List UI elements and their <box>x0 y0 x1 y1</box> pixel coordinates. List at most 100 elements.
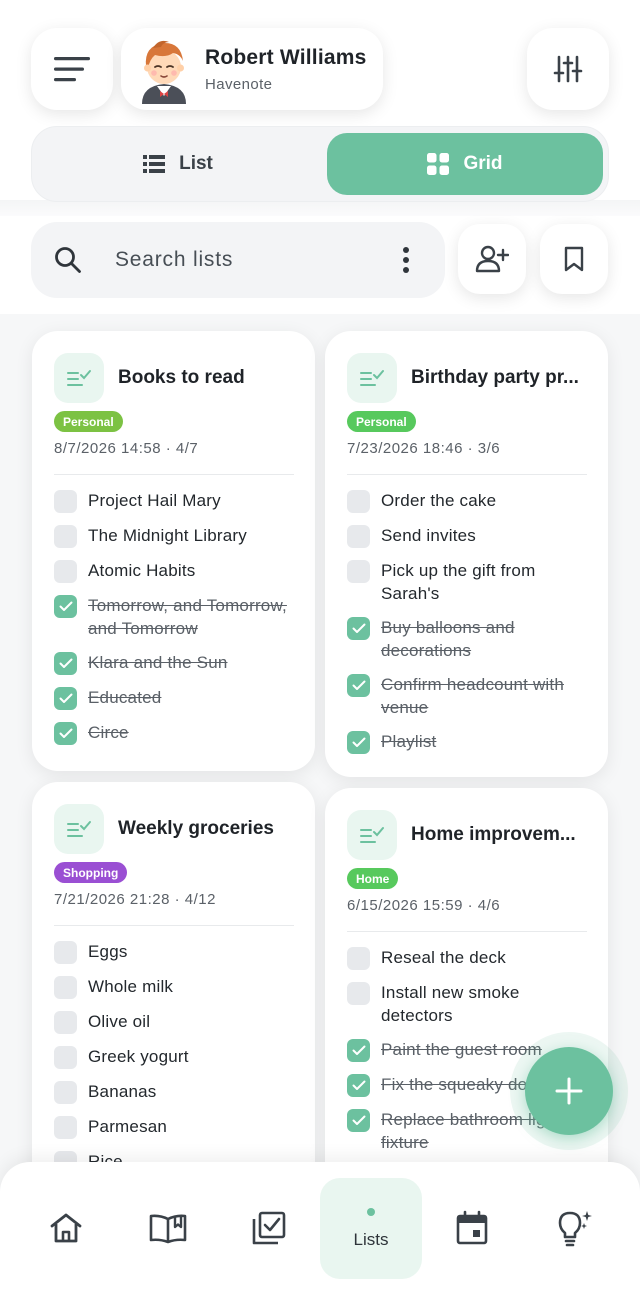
nav-lists[interactable]: Lists <box>320 1178 422 1279</box>
profile-card[interactable]: Robert Williams Havenote <box>121 28 383 110</box>
lightbulb-icon <box>558 1211 592 1247</box>
divider <box>54 474 294 475</box>
checklist-icon <box>54 804 104 854</box>
checklist-item: Eggs <box>54 940 300 964</box>
bookmark-button[interactable] <box>540 224 608 294</box>
list-view-tab[interactable]: List <box>40 133 316 195</box>
grid-view-label: Grid <box>463 153 503 174</box>
check-icon <box>352 623 365 633</box>
item-text: Atomic Habits <box>88 561 196 580</box>
search-icon <box>55 247 81 273</box>
checkbox[interactable] <box>54 976 77 999</box>
item-text: Playlist <box>381 732 437 751</box>
divider <box>347 931 587 932</box>
checkbox-checked[interactable] <box>347 731 370 754</box>
nav-home[interactable] <box>26 1188 106 1268</box>
checklist-item: Circe <box>54 721 300 745</box>
add-person-icon <box>475 245 509 273</box>
header-separator <box>0 200 640 216</box>
checkbox[interactable] <box>347 947 370 970</box>
checkbox[interactable] <box>347 560 370 583</box>
grid-view-tab[interactable]: Grid <box>327 133 603 195</box>
checkbox-checked[interactable] <box>54 595 77 618</box>
checklist-item: Tomorrow, and Tomorrow, and Tomorrow <box>54 594 300 640</box>
checkbox[interactable] <box>54 1116 77 1139</box>
checkbox-checked[interactable] <box>54 687 77 710</box>
list-view-label: List <box>179 153 213 174</box>
checklist-item: Olive oil <box>54 1010 300 1034</box>
category-badge: Personal <box>54 411 123 432</box>
search-input[interactable]: Search lists <box>31 222 445 298</box>
avatar <box>142 40 186 104</box>
list-icon <box>143 155 166 173</box>
active-indicator <box>367 1207 375 1216</box>
menu-button[interactable] <box>31 28 113 110</box>
bottom-nav: Lists <box>0 1162 640 1293</box>
checklist-item: Playlist <box>347 730 593 754</box>
checkbox[interactable] <box>54 525 77 548</box>
checkbox[interactable] <box>54 490 77 513</box>
item-text: Klara and the Sun <box>88 653 228 672</box>
checkbox[interactable] <box>347 525 370 548</box>
checkbox-checked[interactable] <box>347 1074 370 1097</box>
item-text: Bananas <box>88 1082 157 1101</box>
checkbox-checked[interactable] <box>54 722 77 745</box>
plus-icon <box>555 1077 583 1105</box>
checkbox[interactable] <box>54 1011 77 1034</box>
add-list-button[interactable] <box>510 1032 628 1150</box>
checkbox-checked[interactable] <box>347 674 370 697</box>
check-icon <box>59 601 72 611</box>
item-text: Eggs <box>88 942 128 961</box>
checklist-item: The Midnight Library <box>54 524 300 548</box>
item-text: The Midnight Library <box>88 526 247 545</box>
list-card[interactable]: Books to read Personal 8/7/2026 14:58 · … <box>32 331 315 771</box>
nav-notes[interactable] <box>128 1188 208 1268</box>
check-icon <box>59 728 72 738</box>
checkbox-checked[interactable] <box>347 1039 370 1062</box>
card-meta: 7/21/2026 21:28 · 4/12 <box>54 891 216 908</box>
nav-ideas[interactable] <box>534 1188 614 1268</box>
check-icon <box>352 1115 365 1125</box>
item-text: Confirm headcount with venue <box>381 675 564 717</box>
checkbox-checked[interactable] <box>347 1109 370 1132</box>
checkbox[interactable] <box>347 982 370 1005</box>
bookmark-icon <box>564 246 584 272</box>
checklist-item: Order the cake <box>347 489 593 513</box>
checkbox-checked[interactable] <box>347 617 370 640</box>
checklist-item: Atomic Habits <box>54 559 300 583</box>
item-text: Tomorrow, and Tomorrow, and Tomorrow <box>88 596 287 638</box>
nav-tasks[interactable] <box>229 1188 309 1268</box>
sliders-icon <box>553 55 583 83</box>
list-card[interactable]: Birthday party pr... Personal 7/23/2026 … <box>325 331 608 777</box>
share-button[interactable] <box>458 224 526 294</box>
list-card[interactable]: Weekly groceries Shopping 7/21/2026 21:2… <box>32 782 315 1222</box>
checklist-item: Greek yogurt <box>54 1045 300 1069</box>
search-placeholder: Search lists <box>115 248 234 271</box>
item-text: Parmesan <box>88 1117 168 1136</box>
checklist-item: Bananas <box>54 1080 300 1104</box>
category-badge: Personal <box>347 411 416 432</box>
more-vertical-icon[interactable] <box>391 245 421 275</box>
checklist: Project Hail Mary The Midnight Library A… <box>54 489 300 756</box>
checklist-item: Parmesan <box>54 1115 300 1139</box>
checkbox[interactable] <box>54 560 77 583</box>
check-icon <box>59 693 72 703</box>
item-text: Educated <box>88 688 162 707</box>
add-button-inner[interactable] <box>525 1047 613 1135</box>
item-text: Pick up the gift from Sarah's <box>381 561 536 603</box>
checkbox[interactable] <box>54 941 77 964</box>
checkbox-checked[interactable] <box>54 652 77 675</box>
checkbox[interactable] <box>54 1081 77 1104</box>
card-meta: 6/15/2026 15:59 · 4/6 <box>347 897 501 914</box>
card-title: Birthday party pr... <box>411 367 579 388</box>
nav-calendar[interactable] <box>432 1188 512 1268</box>
card-title: Weekly groceries <box>118 818 274 839</box>
checkbox[interactable] <box>347 490 370 513</box>
item-text: Send invites <box>381 526 477 545</box>
checklist-item: Buy balloons and decorations <box>347 616 593 662</box>
grid-icon <box>427 153 450 175</box>
checklist-item: Whole milk <box>54 975 300 999</box>
checkbox[interactable] <box>54 1046 77 1069</box>
card-meta: 8/7/2026 14:58 · 4/7 <box>54 440 199 457</box>
filter-button[interactable] <box>527 28 609 110</box>
